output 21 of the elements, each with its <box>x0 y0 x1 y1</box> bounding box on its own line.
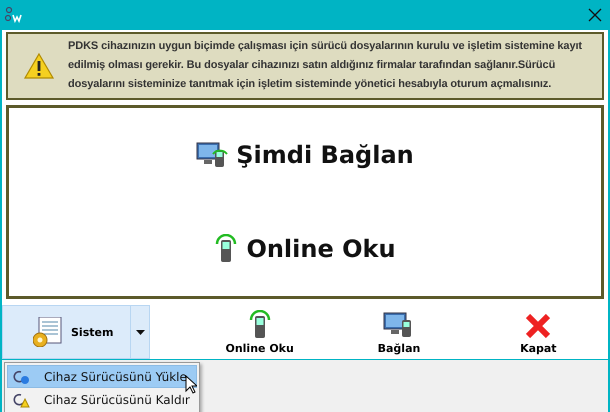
dropdown-caret-icon <box>136 330 144 334</box>
menu-item[interactable]: Cihaz Sürücüsünü Yükle <box>7 365 197 388</box>
phone-icon <box>248 310 272 340</box>
warning-icon <box>24 52 54 80</box>
menu-item[interactable]: Cihaz Sürücüsünü Kaldır <box>7 388 197 411</box>
mouse-cursor-icon <box>185 375 197 394</box>
refresh-badge-icon <box>12 368 30 384</box>
action-button[interactable]: Şimdi Bağlan <box>190 139 420 171</box>
computer-phone-icon <box>196 140 228 170</box>
document-gear-icon <box>33 317 63 347</box>
toolbar-button[interactable]: Kapat <box>468 305 608 359</box>
action-button[interactable]: Online Oku <box>208 233 402 265</box>
system-split-button[interactable]: Sistem <box>2 305 150 359</box>
warning-text: PDKS cihazınızın uygun biçimde çalışması için sürücü dosyalarının kurulu ve işletim sistemine kayıt edilmiş olması gerekir. Bu dosyalar cihazınızı satın aldığınız firmalar tarafından sağlanır.Sürücü dosyalarını sisteminize tanıtmak için işletim sisteminde yönetici hesabıyla oturum açmalısınız. <box>68 39 583 92</box>
toolbar-button[interactable]: Bağlan <box>329 305 469 359</box>
app-logo-icon <box>4 6 22 24</box>
phone-icon <box>214 234 238 264</box>
refresh-warning-icon <box>12 392 30 408</box>
close-icon <box>524 312 552 340</box>
close-icon[interactable] <box>588 8 602 22</box>
toolbar-button[interactable]: Online Oku <box>190 305 330 359</box>
